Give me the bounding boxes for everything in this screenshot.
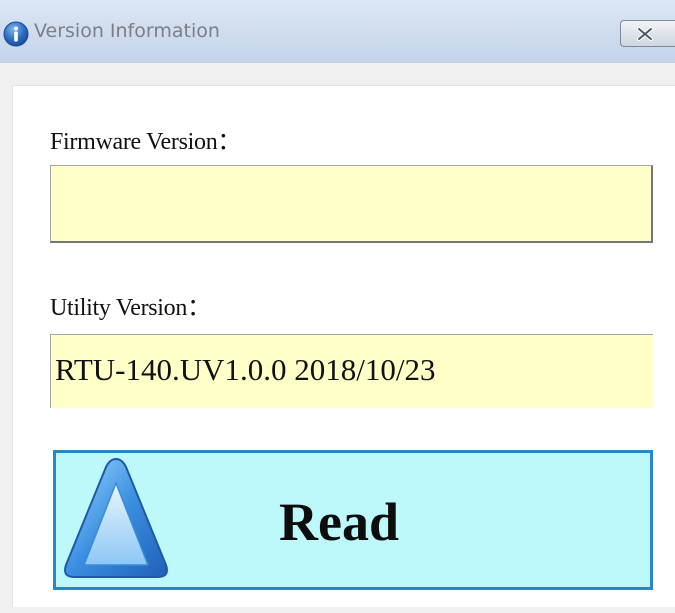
close-icon [637,27,653,41]
title-bar[interactable]: Version Information [0,0,675,63]
firmware-version-field[interactable] [50,165,653,243]
firmware-version-label: Firmware Version： [50,129,242,155]
utility-version-field[interactable]: RTU-140.UV1.0.0 2018/10/23 [50,334,653,408]
info-icon [3,21,29,47]
up-triangle-icon [64,457,168,578]
version-information-window: Version Information Firmware Version： Ut… [0,0,675,613]
utility-version-label: Utility Version： [50,295,211,321]
close-button[interactable] [620,20,675,47]
window-title: Version Information [34,20,220,42]
read-button-label: Read [279,492,399,552]
read-button[interactable]: Read [53,450,653,590]
